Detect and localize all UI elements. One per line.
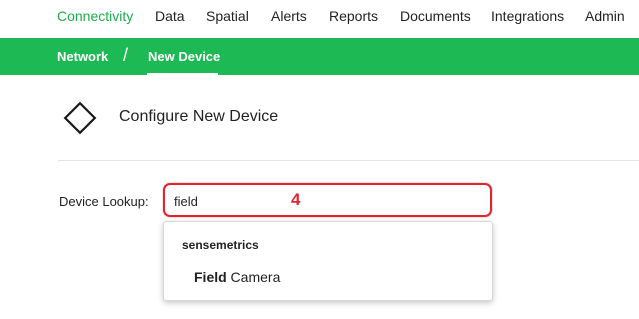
top-navigation: Connectivity Data Spatial Alerts Reports… (0, 0, 639, 34)
page-title: Configure New Device (119, 108, 279, 125)
nav-alerts[interactable]: Alerts (271, 8, 307, 24)
suggestion-match-text: Field (194, 269, 227, 285)
nav-reports[interactable]: Reports (329, 8, 378, 24)
breadcrumb-active-indicator (147, 73, 218, 75)
lookup-suggestions-dropdown: sensemetrics Field Camera (163, 221, 493, 301)
nav-admin[interactable]: Admin (585, 8, 625, 24)
nav-documents[interactable]: Documents (400, 8, 471, 24)
device-lookup-label: Device Lookup: (59, 194, 149, 209)
suggestion-rest-text: Camera (226, 269, 281, 285)
nav-integrations[interactable]: Integrations (491, 8, 564, 24)
nav-connectivity[interactable]: Connectivity (57, 8, 133, 24)
section-divider (58, 160, 639, 161)
nav-data[interactable]: Data (155, 8, 185, 24)
device-lookup-input[interactable]: field 4 (163, 183, 492, 217)
breadcrumb: Network / New Device (0, 38, 639, 75)
suggestion-group-header: sensemetrics (182, 238, 259, 252)
device-lookup-value[interactable]: field (174, 194, 198, 209)
breadcrumb-separator: / (123, 45, 129, 65)
breadcrumb-network[interactable]: Network (57, 49, 108, 64)
diamond-icon (63, 101, 97, 135)
suggestion-option-field-camera[interactable]: Field Camera (194, 269, 280, 285)
step-number-badge: 4 (291, 190, 301, 209)
nav-spatial[interactable]: Spatial (206, 8, 249, 24)
breadcrumb-new-device[interactable]: New Device (148, 49, 220, 64)
